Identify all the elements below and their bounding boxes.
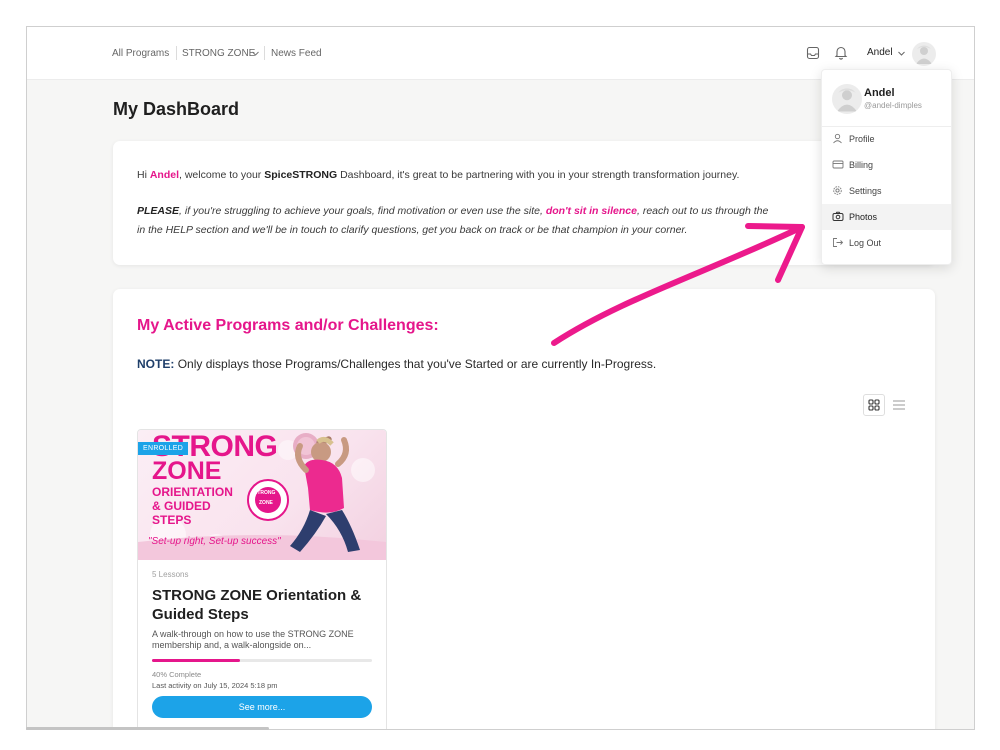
menu-item-label: Photos (849, 212, 878, 222)
welcome-greeting: Hi (137, 169, 147, 181)
chevron-down-icon[interactable] (897, 49, 906, 58)
camera-icon (832, 211, 844, 221)
grid-view-button[interactable] (863, 394, 885, 416)
user-avatar-icon (916, 45, 932, 64)
user-avatar-icon (837, 88, 857, 112)
nav-all-programs[interactable]: All Programs (112, 48, 169, 59)
programs-note: NOTE: Only displays those Programs/Chall… (137, 357, 656, 371)
inbox-icon[interactable] (806, 46, 820, 60)
list-icon (893, 400, 905, 410)
chevron-down-icon[interactable] (251, 49, 260, 58)
help-line: PLEASE, if you're struggling to achieve … (137, 205, 768, 217)
active-programs-card: My Active Programs and/or Challenges: NO… (113, 289, 935, 729)
menu-item-label: Profile (849, 134, 875, 144)
nav-news-feed[interactable]: News Feed (271, 48, 322, 59)
help-line-2: in the HELP section and we'll be in touc… (137, 224, 688, 236)
avatar (832, 84, 862, 114)
menu-item-photos[interactable]: Photos (822, 204, 951, 230)
menu-item-settings[interactable]: Settings (822, 178, 951, 204)
course-thumbnail[interactable]: STRONG ZONE STRONG ZONE ORIENTATION & GU… (138, 430, 386, 560)
nav-divider (176, 46, 177, 60)
nav-divider (264, 46, 265, 60)
avatar[interactable] (912, 42, 936, 66)
menu-item-billing[interactable]: Billing (822, 152, 951, 178)
menu-item-logout[interactable]: Log Out (822, 230, 951, 256)
user-icon (833, 133, 842, 144)
thumbnail-title-line2: ZONE (152, 457, 222, 485)
programs-heading: My Active Programs and/or Challenges: (137, 317, 439, 334)
thumbnail-tagline: "Set-up right, Set-up success" (148, 536, 281, 547)
please-emphasis: PLEASE (137, 205, 180, 217)
last-activity-text: Last activity on July 15, 2024 5:18 pm (152, 681, 278, 690)
note-label: NOTE: (137, 357, 175, 371)
course-description: A walk-through on how to use the STRONG … (152, 629, 354, 650)
welcome-card: Hi Andel, welcome to your SpiceSTRONG Da… (113, 141, 935, 265)
bell-icon[interactable] (834, 45, 848, 60)
enrolled-badge: ENROLLED (138, 442, 189, 455)
thumbnail-subtitle: & GUIDED (152, 499, 211, 513)
horizontal-scrollbar[interactable] (26, 727, 269, 730)
welcome-text: , welcome to your (179, 169, 262, 181)
thumbnail-subtitle: ORIENTATION (152, 485, 233, 499)
list-view-button[interactable] (888, 394, 910, 416)
dont-sit-emphasis: don't sit in silence (545, 205, 637, 217)
logout-icon (833, 238, 844, 247)
progress-text: 40% Complete (152, 670, 202, 679)
user-menu-name[interactable]: Andel (867, 47, 893, 58)
user-dropdown-menu: Andel @andel-dimples Profile Billing Set… (821, 69, 952, 265)
lesson-count: 5 Lessons (152, 570, 189, 579)
thumbnail-subtitle: STEPS (152, 513, 192, 527)
help-text: , reach out to us through the (637, 205, 769, 217)
see-more-button[interactable]: See more... (152, 696, 372, 718)
page-title: My DashBoard (113, 99, 240, 119)
note-text: Only displays those Programs/Challenges … (177, 357, 657, 371)
course-progress-fill (152, 659, 240, 662)
course-progress-bar (152, 659, 372, 662)
gear-icon (833, 186, 842, 195)
course-title[interactable]: STRONG ZONE Orientation & Guided Steps (152, 586, 377, 624)
welcome-text: Dashboard, it's great to be partnering w… (340, 169, 740, 181)
menu-item-profile[interactable]: Profile (822, 126, 951, 152)
dropdown-user-handle: @andel-dimples (864, 101, 922, 110)
welcome-line: Hi Andel, welcome to your SpiceSTRONG Da… (137, 169, 739, 181)
menu-item-label: Billing (849, 160, 874, 170)
welcome-username: Andel (149, 169, 180, 181)
grid-icon (868, 399, 880, 411)
menu-item-label: Log Out (849, 238, 882, 248)
brand-name: SpiceSTRONG (264, 169, 338, 181)
nav-strong-zone[interactable]: STRONG ZONE (182, 48, 255, 59)
course-card[interactable]: STRONG ZONE STRONG ZONE ORIENTATION & GU… (137, 429, 387, 729)
help-text: , if you're struggling to achieve your g… (179, 205, 543, 217)
browser-viewport: All Programs STRONG ZONE News Feed Andel… (26, 26, 975, 730)
dropdown-user-name[interactable]: Andel (864, 87, 895, 99)
credit-card-icon (832, 160, 844, 169)
menu-item-label: Settings (849, 186, 882, 196)
